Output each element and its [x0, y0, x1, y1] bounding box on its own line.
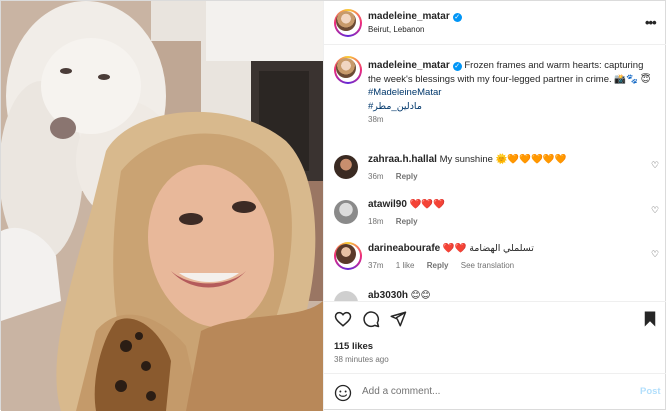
hashtag-link[interactable]: #MadeleineMatar	[368, 86, 658, 100]
caption-username[interactable]: madeleine_matar	[368, 60, 450, 71]
commenter-avatar[interactable]	[334, 200, 358, 224]
reply-button[interactable]: Reply	[427, 261, 449, 270]
commenter-username[interactable]: ab3030h	[368, 290, 408, 301]
comment-meta: 18m Reply	[368, 217, 428, 226]
paper-plane-icon[interactable]	[389, 310, 407, 328]
hashtag-link[interactable]: #مادلين_مطر	[368, 100, 658, 114]
comment-body: ❤️❤️❤️	[409, 199, 446, 210]
author-avatar[interactable]	[334, 9, 362, 37]
commenter-username[interactable]: darineabourafe	[368, 243, 440, 254]
post-comment-button[interactable]: Post	[640, 386, 661, 397]
post-location[interactable]: Beirut, Lebanon	[368, 25, 425, 34]
caption-avatar[interactable]	[334, 56, 362, 84]
post-header: madeleine_matar ✓ Beirut, Lebanon •••	[324, 1, 666, 45]
comment-input[interactable]: Add a comment...	[362, 386, 440, 397]
comment-item: atawil90 ❤️❤️❤️ 18m Reply ♡	[324, 195, 666, 237]
comment-time: 18m	[368, 217, 384, 226]
commenter-avatar[interactable]	[334, 155, 358, 179]
add-comment-bar: Add a comment... Post	[324, 373, 666, 411]
like-comment-icon[interactable]: ♡	[651, 249, 659, 260]
comment-item: zahraa.h.hallal My sunshine 🌞🧡🧡🧡🧡🧡 36m R…	[324, 150, 666, 192]
comment-text: zahraa.h.hallal My sunshine 🌞🧡🧡🧡🧡🧡	[368, 154, 567, 165]
caption-time: 38m	[368, 115, 384, 124]
more-options-icon[interactable]: •••	[645, 15, 657, 30]
comment-bubble-icon[interactable]	[362, 310, 380, 328]
reply-button[interactable]: Reply	[396, 217, 418, 226]
post-modal: madeleine_matar ✓ Beirut, Lebanon ••• mad…	[0, 0, 666, 411]
commenter-avatar[interactable]	[334, 291, 358, 301]
emoji-icon[interactable]	[334, 384, 352, 402]
heart-outline-icon[interactable]	[334, 310, 352, 328]
comment-item: ab3030h 😊😊	[324, 286, 666, 301]
comment-body: ❤️❤️ تسلملي الهضامة	[442, 243, 534, 254]
commenter-avatar[interactable]	[334, 242, 362, 270]
post-details-panel: madeleine_matar ✓ Beirut, Lebanon ••• mad…	[323, 1, 666, 411]
author-name-row: madeleine_matar ✓	[368, 11, 462, 22]
likes-count[interactable]: 115 likes	[334, 341, 373, 352]
comment-time: 37m	[368, 261, 384, 270]
comment-meta: 36m Reply	[368, 172, 428, 181]
post-actions: 115 likes 38 minutes ago	[324, 301, 666, 373]
comment-time: 36m	[368, 172, 384, 181]
commenter-username[interactable]: zahraa.h.hallal	[368, 154, 437, 165]
bookmark-icon[interactable]	[642, 310, 658, 328]
comment-item: darineabourafe ❤️❤️ تسلملي الهضامة 37m 1…	[324, 239, 666, 283]
comment-text: darineabourafe ❤️❤️ تسلملي الهضامة	[368, 243, 534, 254]
caption-body: madeleine_matar ✓ Frozen frames and warm …	[368, 59, 658, 127]
comment-text: ab3030h 😊😊	[368, 290, 430, 301]
selfie-with-dog-image	[1, 1, 323, 411]
caption: madeleine_matar ✓ Frozen frames and warm …	[324, 46, 666, 141]
commenter-username[interactable]: atawil90	[368, 199, 407, 210]
see-translation-link[interactable]: See translation	[461, 261, 514, 270]
reply-button[interactable]: Reply	[396, 172, 418, 181]
post-photo[interactable]	[1, 1, 323, 411]
verified-badge-icon: ✓	[452, 62, 462, 71]
comment-body: My sunshine 🌞🧡🧡🧡🧡🧡	[439, 154, 567, 165]
comments-list[interactable]: madeleine_matar ✓ Frozen frames and warm …	[324, 46, 666, 301]
comment-text: atawil90 ❤️❤️❤️	[368, 199, 445, 210]
like-comment-icon[interactable]: ♡	[651, 205, 659, 216]
comment-body: 😊😊	[410, 290, 431, 301]
like-comment-icon[interactable]: ♡	[651, 160, 659, 171]
comment-like-count[interactable]: 1 like	[396, 261, 415, 270]
post-timestamp: 38 minutes ago	[334, 355, 389, 364]
verified-badge-icon: ✓	[452, 13, 462, 22]
comment-meta: 37m 1 like Reply See translation	[368, 261, 524, 270]
author-username[interactable]: madeleine_matar	[368, 11, 450, 22]
